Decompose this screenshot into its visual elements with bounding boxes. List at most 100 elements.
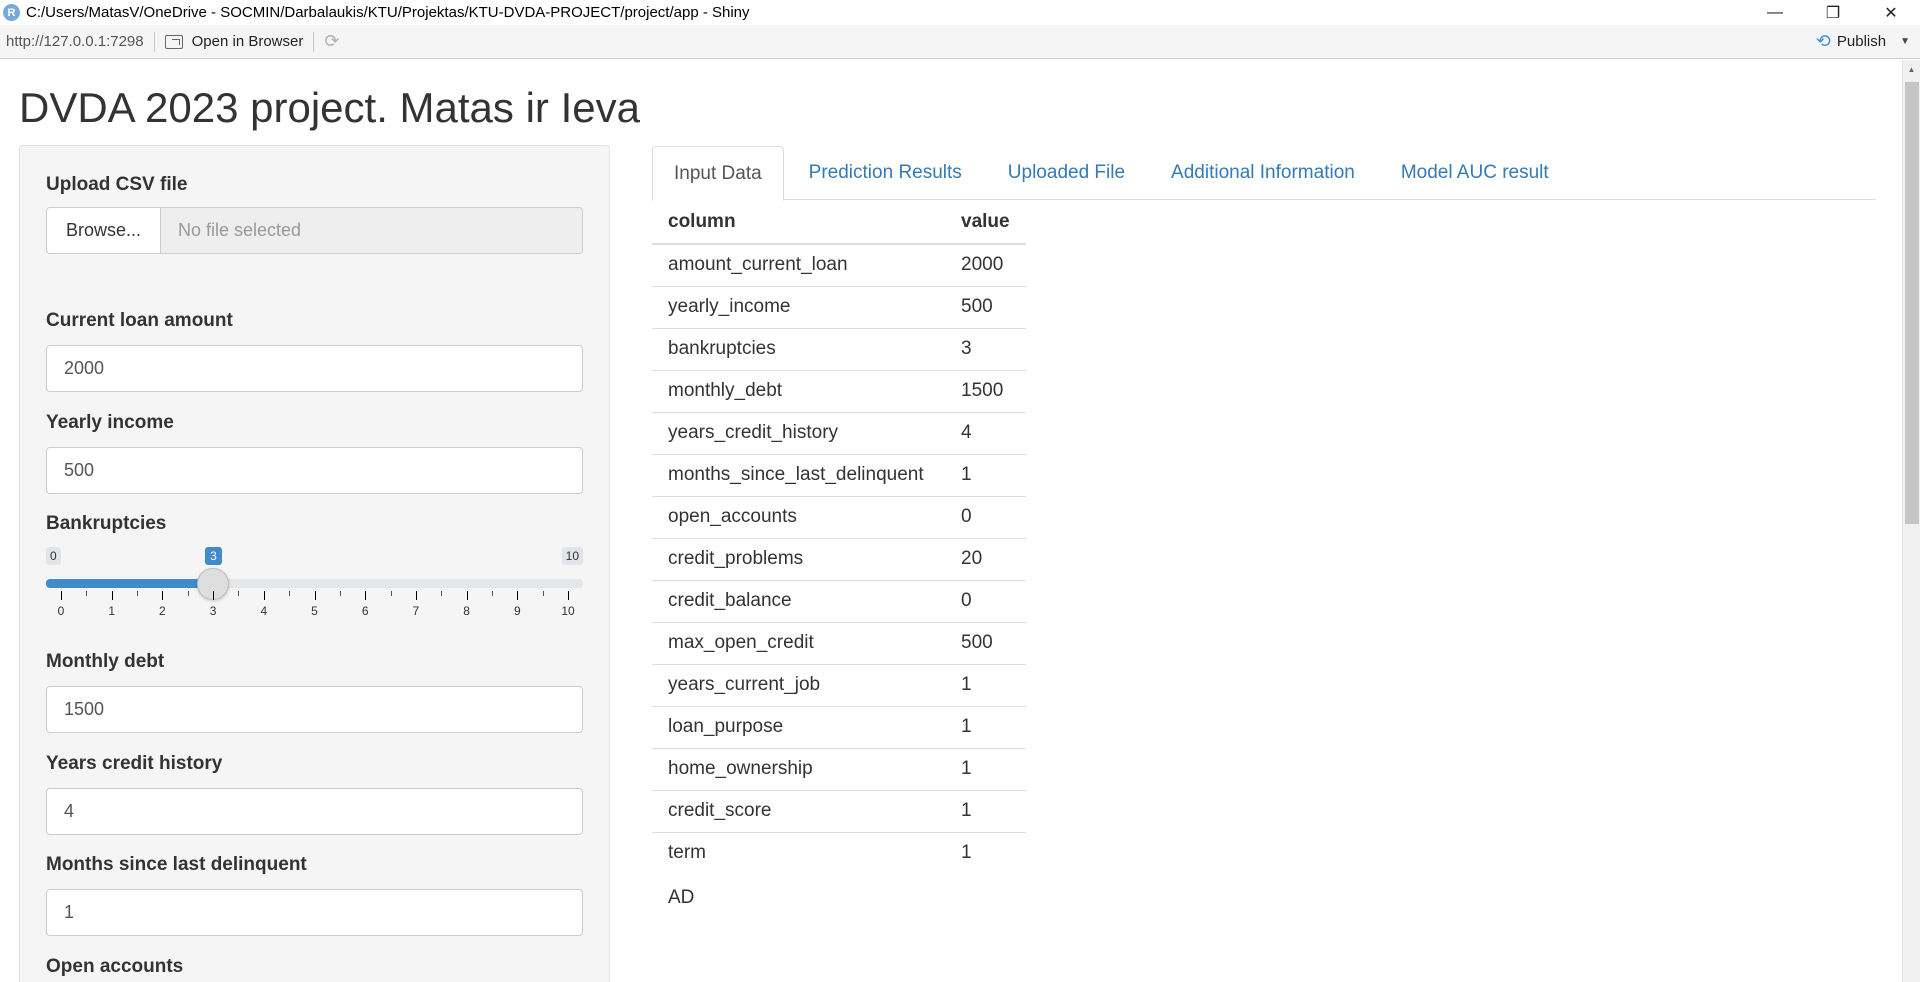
slider-minor-tick xyxy=(491,591,493,596)
open-accounts-field: Open accounts xyxy=(46,956,583,978)
value-cell: 1500 xyxy=(945,369,1026,412)
slider-minor-tick xyxy=(441,591,443,596)
slider-tick-label: 0 xyxy=(57,604,65,618)
value-cell: 1 xyxy=(945,705,1026,748)
table-row: yearly_income 500 xyxy=(652,285,1026,328)
tab-model-auc-result[interactable]: Model AUC result xyxy=(1380,146,1570,200)
slider-tick-label: 1 xyxy=(108,604,116,618)
publish-label: Publish xyxy=(1836,33,1887,50)
upload-csv-label: Upload CSV file xyxy=(46,174,188,195)
table-row: term 1 xyxy=(652,831,1026,874)
value-cell: 1 xyxy=(945,747,1026,790)
table-row: monthly_debt 1500 xyxy=(652,369,1026,412)
open-accounts-label: Open accounts xyxy=(46,956,184,977)
table-row: loan_purpose 1 xyxy=(652,705,1026,748)
slider-tick xyxy=(263,591,265,600)
slider-tick-label: 5 xyxy=(311,604,318,618)
slider-tick xyxy=(61,591,62,600)
slider-minor-tick xyxy=(289,591,291,596)
slider-minor-tick xyxy=(390,591,392,596)
column-cell: monthly_debt xyxy=(652,369,945,412)
slider-track[interactable] xyxy=(46,579,583,588)
url-display: http://127.0.0.1:7298 xyxy=(6,33,144,50)
slider-tick-label: 4 xyxy=(260,604,268,618)
bankruptcies-field: Bankruptcies 0 10 3 0 1 2 3 4 5 6 7 8 9 10 xyxy=(46,513,583,618)
table-row: open_accounts 0 xyxy=(652,495,1026,538)
value-cell: 3 xyxy=(945,327,1026,370)
table-row: max_open_credit 500 xyxy=(652,621,1026,664)
publish-button[interactable]: ⟲ Publish ▼ xyxy=(1816,31,1910,52)
slider-tick-label: 10 xyxy=(561,604,575,618)
column-cell: amount_current_loan xyxy=(652,243,945,286)
value-cell: 500 xyxy=(945,621,1026,664)
monthly-debt-input[interactable]: 1500 xyxy=(46,686,583,733)
slider-tick-label: 2 xyxy=(159,604,166,618)
column-cell: years_current_job xyxy=(652,663,945,706)
publish-icon: ⟲ xyxy=(1815,31,1831,51)
window-controls: — ❐ ✕ xyxy=(1746,0,1920,25)
current-loan-label: Current loan amount xyxy=(46,310,233,331)
yearly-income-label: Yearly income xyxy=(46,412,174,433)
column-cell: years_credit_history xyxy=(652,411,945,454)
slider-max-label: 10 xyxy=(561,547,583,565)
column-cell: bankruptcies xyxy=(652,327,945,370)
browse-button[interactable]: Browse... xyxy=(46,207,161,254)
scroll-up-icon[interactable]: ▲ xyxy=(1903,60,1920,78)
slider-minor-tick xyxy=(238,591,240,596)
column-cell: max_open_credit xyxy=(652,621,945,664)
table-row: amount_current_loan 2000 xyxy=(652,243,1026,286)
current-loan-input[interactable]: 2000 xyxy=(46,345,583,392)
file-name-field[interactable]: No file selected xyxy=(161,207,583,254)
vertical-scrollbar[interactable]: ▲ xyxy=(1902,60,1920,982)
slider-tick xyxy=(568,591,569,600)
table-row: years_current_job 1 xyxy=(652,663,1026,706)
current-loan-field: Current loan amount 2000 xyxy=(46,310,583,392)
upload-csv-field: Upload CSV file Browse... No file select… xyxy=(46,174,583,254)
slider-tick-label: 9 xyxy=(513,604,521,618)
table-row: credit_balance 0 xyxy=(652,579,1026,622)
window-title-bar: R C:/Users/MatasV/OneDrive - SOCMIN/Darb… xyxy=(0,0,1920,25)
value-cell: 1 xyxy=(945,663,1026,706)
open-in-browser-button[interactable]: Open in Browser xyxy=(164,33,303,50)
restore-button[interactable]: ❐ xyxy=(1804,0,1862,25)
value-cell: 0 xyxy=(945,579,1026,622)
slider-minor-tick xyxy=(137,591,139,596)
monthly-debt-field: Monthly debt 1500 xyxy=(46,651,583,733)
tab-prediction-results[interactable]: Prediction Results xyxy=(788,146,983,200)
chevron-down-icon[interactable]: ▼ xyxy=(1900,36,1910,47)
main-tabs: Input Data Prediction Results Uploaded Fil… xyxy=(652,146,1876,201)
viewer-toolbar: http://127.0.0.1:7298 Open in Browser ⟳ … xyxy=(0,25,1920,59)
value-cell: 1 xyxy=(945,789,1026,832)
value-cell: 20 xyxy=(945,537,1026,580)
window-title: C:/Users/MatasV/OneDrive - SOCMIN/Darbal… xyxy=(26,4,750,21)
close-button[interactable]: ✕ xyxy=(1862,0,1920,25)
tab-additional-information[interactable]: Additional Information xyxy=(1150,146,1376,200)
slider-tick-label: 8 xyxy=(463,604,470,618)
slider-minor-tick xyxy=(339,591,341,596)
years-credit-history-input[interactable]: 4 xyxy=(46,788,583,835)
slider-tick-label: 6 xyxy=(361,604,369,618)
column-header: column xyxy=(652,201,945,245)
value-cell: 500 xyxy=(945,285,1026,328)
slider-min-label: 0 xyxy=(46,547,61,565)
column-cell: yearly_income xyxy=(652,285,945,328)
table-row: months_since_last_delinquent 1 xyxy=(652,453,1026,496)
column-cell: open_accounts xyxy=(652,495,945,538)
table-row: years_credit_history 4 xyxy=(652,411,1026,454)
months-since-delinquent-field: Months since last delinquent 1 xyxy=(46,854,583,936)
yearly-income-field: Yearly income 500 xyxy=(46,412,583,494)
minimize-button[interactable]: — xyxy=(1746,0,1804,25)
tab-uploaded-file[interactable]: Uploaded File xyxy=(987,146,1146,200)
column-cell: credit_score xyxy=(652,789,945,832)
column-cell: credit_problems xyxy=(652,537,945,580)
slider-tick xyxy=(162,591,164,600)
refresh-icon[interactable]: ⟳ xyxy=(324,31,339,52)
months-since-delinquent-input[interactable]: 1 xyxy=(46,889,583,936)
slider-tick-label: 3 xyxy=(209,604,217,618)
yearly-income-input[interactable]: 500 xyxy=(46,447,583,494)
tab-input-data[interactable]: Input Data xyxy=(652,146,784,201)
years-credit-history-field: Years credit history 4 xyxy=(46,753,583,835)
scrollbar-thumb[interactable] xyxy=(1905,82,1919,524)
bankruptcies-slider[interactable]: 0 10 3 0 1 2 3 4 5 6 7 8 9 10 xyxy=(46,547,583,618)
slider-fill xyxy=(46,579,214,588)
